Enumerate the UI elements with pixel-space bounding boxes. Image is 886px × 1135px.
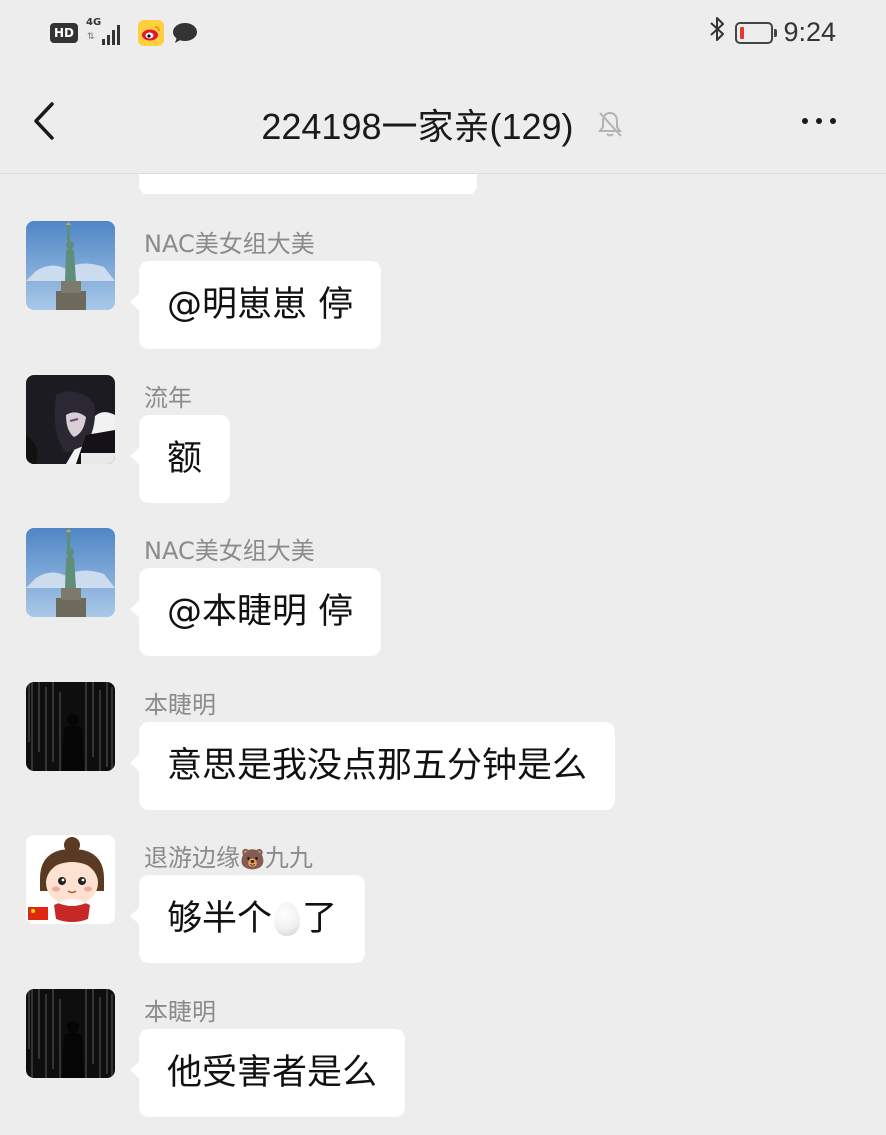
- more-dot: [802, 118, 808, 124]
- avatar[interactable]: [26, 528, 115, 617]
- bell-off-icon: [595, 109, 625, 139]
- message-bubble[interactable]: 他受害者是么: [129, 1029, 406, 1117]
- sender-name: 流年: [144, 384, 192, 412]
- status-right: 9:24: [709, 16, 836, 49]
- sender-name: NAC美女组大美: [144, 230, 315, 258]
- message-bubble[interactable]: 够半个了: [129, 875, 366, 963]
- message-bubble[interactable]: 额: [129, 415, 231, 503]
- more-dot: [816, 118, 822, 124]
- signal-bars-icon: [102, 25, 121, 45]
- chat-header: 224198一家亲(129): [0, 70, 886, 174]
- title-area: 224198一家亲(129): [0, 98, 886, 150]
- avatar[interactable]: [26, 989, 115, 1078]
- message-icon: [172, 22, 198, 44]
- egg-icon: [274, 902, 301, 936]
- status-left: HD 4G ⇅: [50, 17, 198, 48]
- sender-name: NAC美女组大美: [144, 537, 315, 565]
- bluetooth-icon: [709, 16, 725, 49]
- message-text-part: 够半个: [167, 899, 273, 939]
- avatar[interactable]: [26, 682, 115, 771]
- bear-emoji: 🐻: [240, 847, 265, 871]
- data-arrows-icon: ⇅: [87, 32, 94, 42]
- hd-icon: HD: [50, 23, 79, 43]
- weibo-icon: [138, 20, 165, 46]
- message-bubble[interactable]: @明崽崽 停: [129, 261, 382, 349]
- sender-name: 本睫明: [144, 691, 216, 719]
- message-bubble[interactable]: 意思是我没点那五分钟是么: [129, 722, 616, 810]
- group-title: 224198一家亲(129): [261, 106, 574, 147]
- sender-name-prefix: 退游边缘: [144, 844, 240, 872]
- network-type: 4G: [86, 17, 102, 28]
- message-bubble[interactable]: @本睫明 停: [129, 568, 382, 656]
- avatar[interactable]: [26, 835, 115, 924]
- sender-name: 本睫明: [144, 998, 216, 1026]
- more-button[interactable]: [802, 106, 846, 136]
- status-bar: HD 4G ⇅ 9:24: [0, 0, 886, 70]
- sender-name: 退游边缘🐻九九: [144, 838, 313, 873]
- more-dot: [830, 118, 836, 124]
- message-text-part: 了: [302, 899, 338, 939]
- clock: 9:24: [783, 17, 836, 47]
- sender-name-suffix: 九九: [264, 844, 313, 872]
- battery-icon: [735, 21, 778, 44]
- signal-icon: 4G ⇅: [86, 17, 130, 48]
- previous-message-bubble[interactable]: [139, 174, 477, 194]
- message-list[interactable]: NAC美女组大美 @明崽崽 停 流年 额 NAC美女组大美 @本睫明 停 本睫明…: [0, 174, 886, 1135]
- avatar[interactable]: [26, 221, 115, 310]
- avatar[interactable]: [26, 375, 115, 464]
